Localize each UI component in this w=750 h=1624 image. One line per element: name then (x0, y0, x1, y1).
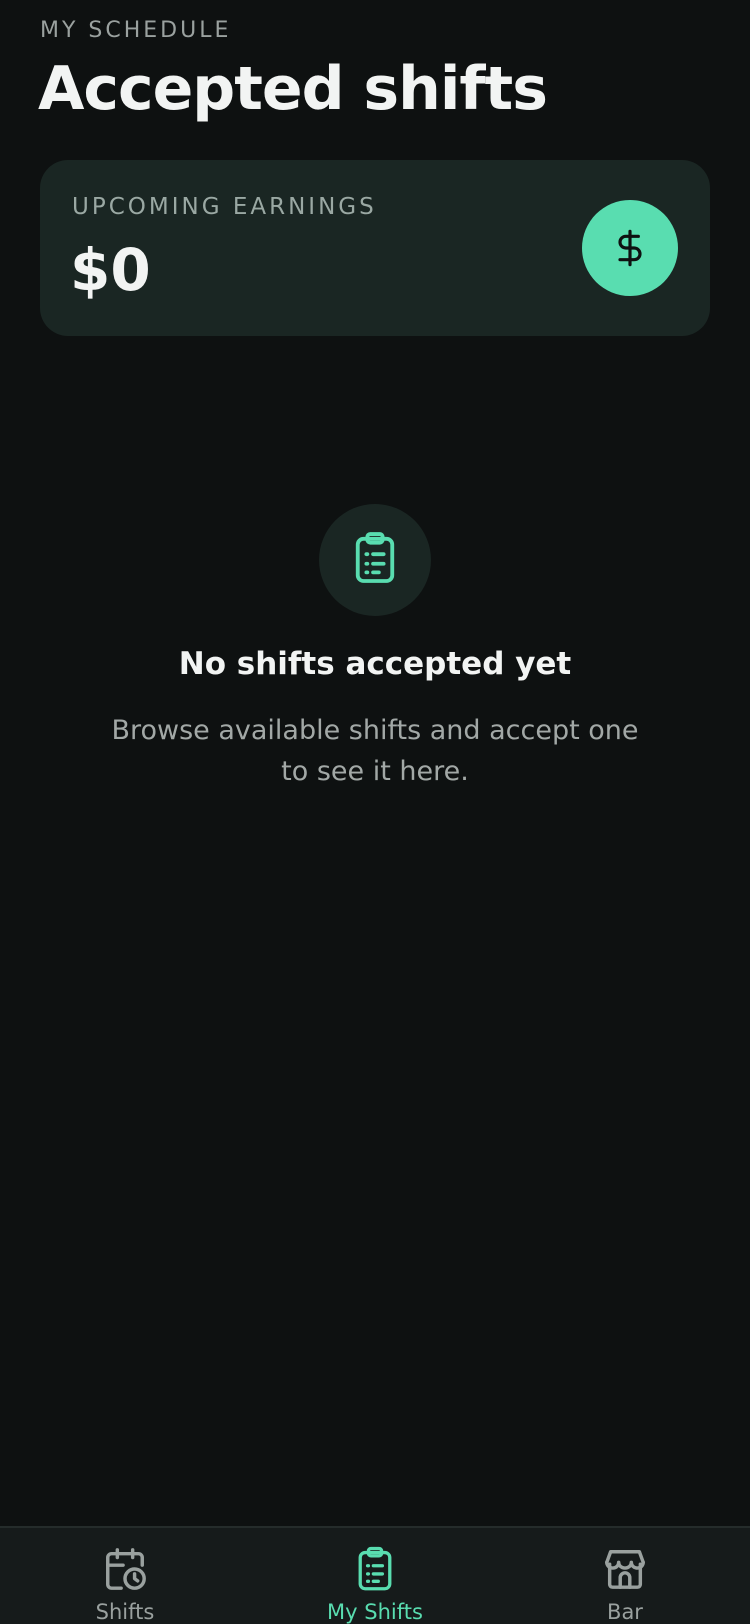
clipboard-list-icon (354, 1546, 396, 1596)
empty-state-description: Browse available shifts and accept one t… (111, 715, 639, 787)
tab-label: Shifts (95, 1600, 155, 1624)
tab-label: My Shifts (327, 1600, 423, 1624)
empty-state-icon-circle (319, 504, 431, 616)
my-schedule-screen: MY SCHEDULE Accepted shifts UPCOMING EAR… (0, 0, 750, 1624)
storefront-icon (602, 1546, 648, 1596)
tab-shifts[interactable]: Shifts (0, 1528, 250, 1624)
tab-bar[interactable]: Bar (500, 1528, 750, 1624)
earnings-label: UPCOMING EARNINGS (72, 194, 377, 220)
page-title: Accepted shifts (38, 54, 548, 124)
calendar-clock-icon (102, 1546, 148, 1596)
tab-label: Bar (607, 1600, 643, 1624)
tab-my-shifts[interactable]: My Shifts (250, 1528, 500, 1624)
earnings-value: $0 (70, 236, 151, 304)
empty-state-title: No shifts accepted yet (178, 646, 572, 682)
empty-state: No shifts accepted yet Browse available … (0, 504, 750, 792)
bottom-tab-bar: Shifts My Shifts Bar (0, 1526, 750, 1624)
section-eyebrow: MY SCHEDULE (40, 18, 232, 43)
clipboard-list-icon (352, 531, 398, 589)
upcoming-earnings-card: UPCOMING EARNINGS $0 (40, 160, 710, 336)
dollar-icon (582, 200, 678, 296)
